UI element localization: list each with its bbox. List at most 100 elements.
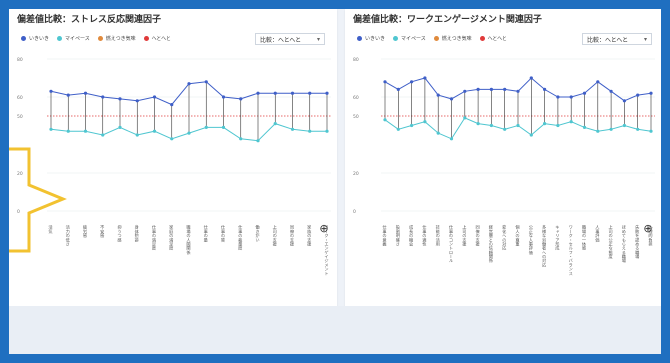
x-tick-label: 仕事の量: [203, 224, 209, 244]
data-point: [596, 80, 600, 84]
data-point: [170, 137, 174, 141]
data-point: [290, 127, 295, 131]
data-point: [325, 129, 329, 133]
chart-legend: いきいき マイペース 燃えつき気味 へとへと: [21, 35, 171, 42]
data-point: [569, 120, 573, 124]
x-tick-label: 上司の支援: [272, 224, 278, 248]
data-point: [325, 91, 329, 95]
y-tick-label: 50: [17, 114, 23, 120]
legend-label: マイペース: [65, 36, 90, 42]
data-point: [101, 95, 105, 99]
data-point: [436, 131, 440, 135]
data-point: [273, 91, 277, 95]
y-tick-label: 60: [353, 95, 359, 101]
x-tick-label: 身体愁訴: [134, 224, 140, 244]
legend-item[interactable]: へとへと: [143, 35, 171, 42]
data-point: [396, 87, 400, 91]
data-point: [239, 137, 243, 141]
data-point: [503, 87, 507, 91]
data-point: [449, 97, 454, 101]
legend-dot-icon: [393, 36, 399, 41]
legend-label: 燃えつき気味: [441, 36, 472, 42]
y-tick-label: 20: [353, 171, 359, 177]
data-point: [463, 89, 467, 93]
data-point: [449, 137, 454, 141]
data-point: [529, 133, 533, 137]
data-point: [273, 122, 277, 126]
compare-select[interactable]: 比較：へとへと ▾: [255, 33, 325, 45]
data-point: [101, 133, 105, 137]
data-point: [423, 120, 427, 124]
chart-legend: いきいき マイペース 燃えつき気味 へとへと: [357, 35, 507, 42]
x-tick-label: ワーク・セルフ・バランス: [569, 225, 574, 276]
legend-item[interactable]: 燃えつき気味: [97, 35, 136, 42]
data-point: [152, 129, 157, 133]
y-tick-label: 50: [353, 114, 359, 120]
data-point: [308, 129, 312, 133]
y-tick-label: 60: [17, 95, 23, 101]
data-point: [609, 127, 613, 131]
x-tick-label: 変化への対応: [501, 224, 507, 252]
legend-dot-icon: [97, 36, 103, 41]
legend-item[interactable]: いきいき: [21, 35, 49, 42]
data-point: [582, 125, 587, 129]
legend-item[interactable]: マイペース: [57, 35, 90, 42]
legend-label: マイペース: [401, 36, 426, 42]
x-tick-label: 上司の公正な態度: [608, 224, 614, 260]
legend-dot-icon: [21, 36, 26, 41]
data-point: [609, 89, 613, 93]
x-tick-label: 仕事のコントロール: [448, 224, 454, 264]
legend-label: いきいき: [29, 36, 50, 42]
compare-select[interactable]: 比較：へとへと ▾: [582, 33, 652, 45]
data-point: [516, 89, 520, 93]
x-tick-label: 疲労感: [83, 224, 88, 238]
legend-dot-icon: [433, 36, 439, 41]
x-tick-label: 仕事の意義: [382, 224, 388, 247]
y-tick-label: 80: [17, 57, 23, 63]
legend-item[interactable]: 燃えつき気味: [433, 35, 472, 42]
x-tick-label: 仕事の裁量度: [237, 224, 243, 252]
data-point: [256, 139, 260, 143]
data-point: [476, 87, 480, 91]
app-frame: 偏差値比較：ストレス反応関連因子 いきいき マイペース 燃えつき気味 へとへと …: [9, 9, 661, 354]
engagement-line-chart: 80 60 50 20 0 仕事の意義 役割明確さ 成長の機会 仕事の適性 技能の活用 仕事のコント…: [353, 57, 655, 276]
x-tick-label: 役割明確さ: [396, 224, 401, 248]
data-point: [489, 87, 493, 91]
data-point: [135, 133, 139, 137]
x-tick-label: 抑うつ感: [118, 224, 123, 243]
compare-select-value: 比較：へとへと: [587, 36, 629, 44]
data-point: [636, 127, 640, 131]
x-tick-label: 経営層との信頼関係: [488, 224, 494, 265]
legend-item[interactable]: いきいき: [357, 35, 385, 42]
zoom-icon[interactable]: ⊕: [318, 223, 330, 235]
data-point: [204, 80, 208, 84]
legend-item[interactable]: へとへと: [479, 35, 507, 42]
data-point: [135, 99, 139, 103]
data-point: [49, 89, 53, 93]
x-tick-label: 家族の支援: [306, 224, 312, 248]
x-tick-label: 仕事の満足度: [151, 224, 157, 252]
legend-dot-icon: [479, 36, 485, 41]
data-point: [396, 127, 400, 131]
x-tick-label: ほめてもらえる職場: [621, 225, 627, 265]
compare-select-value: 比較：へとへと: [260, 36, 302, 44]
legend-item[interactable]: マイペース: [393, 35, 426, 42]
x-tick-label: 働きがい: [255, 224, 261, 243]
x-tick-label: 公正な人事評価: [528, 225, 534, 256]
x-tick-label: キャリア形成: [554, 225, 560, 252]
data-point: [622, 123, 626, 128]
data-point: [118, 97, 122, 101]
data-point: [476, 122, 480, 126]
data-point: [410, 123, 414, 128]
x-tick-label: 成長の機会: [408, 224, 414, 248]
panel-title: 偏差値比較：ストレス反応関連因子: [17, 15, 162, 25]
chevron-down-icon: ▾: [316, 35, 320, 43]
x-tick-label: 家庭の満足度: [168, 224, 174, 252]
data-point: [152, 95, 157, 99]
data-point: [204, 125, 208, 129]
zoom-icon[interactable]: ⊕: [642, 223, 654, 235]
legend-label: いきいき: [365, 36, 386, 42]
data-point: [290, 91, 295, 95]
y-tick-label: 80: [353, 57, 359, 63]
data-point: [556, 95, 560, 99]
